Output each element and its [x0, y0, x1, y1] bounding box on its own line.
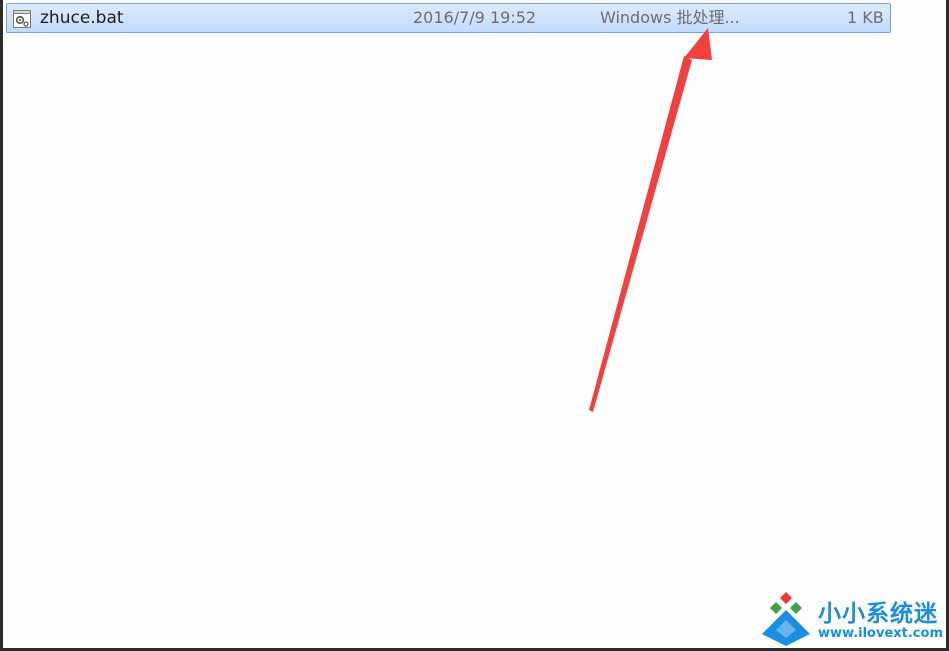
red-arrow-annotation	[589, 28, 712, 412]
site-watermark: 小小系统迷 www.ilovext.com	[758, 590, 948, 650]
watermark-logo-icon	[762, 592, 810, 646]
arrow-head	[684, 28, 712, 60]
arrow-shaft	[589, 56, 692, 412]
watermark-title: 小小系统迷	[818, 601, 938, 627]
watermark-url: www.ilovext.com	[818, 626, 943, 641]
